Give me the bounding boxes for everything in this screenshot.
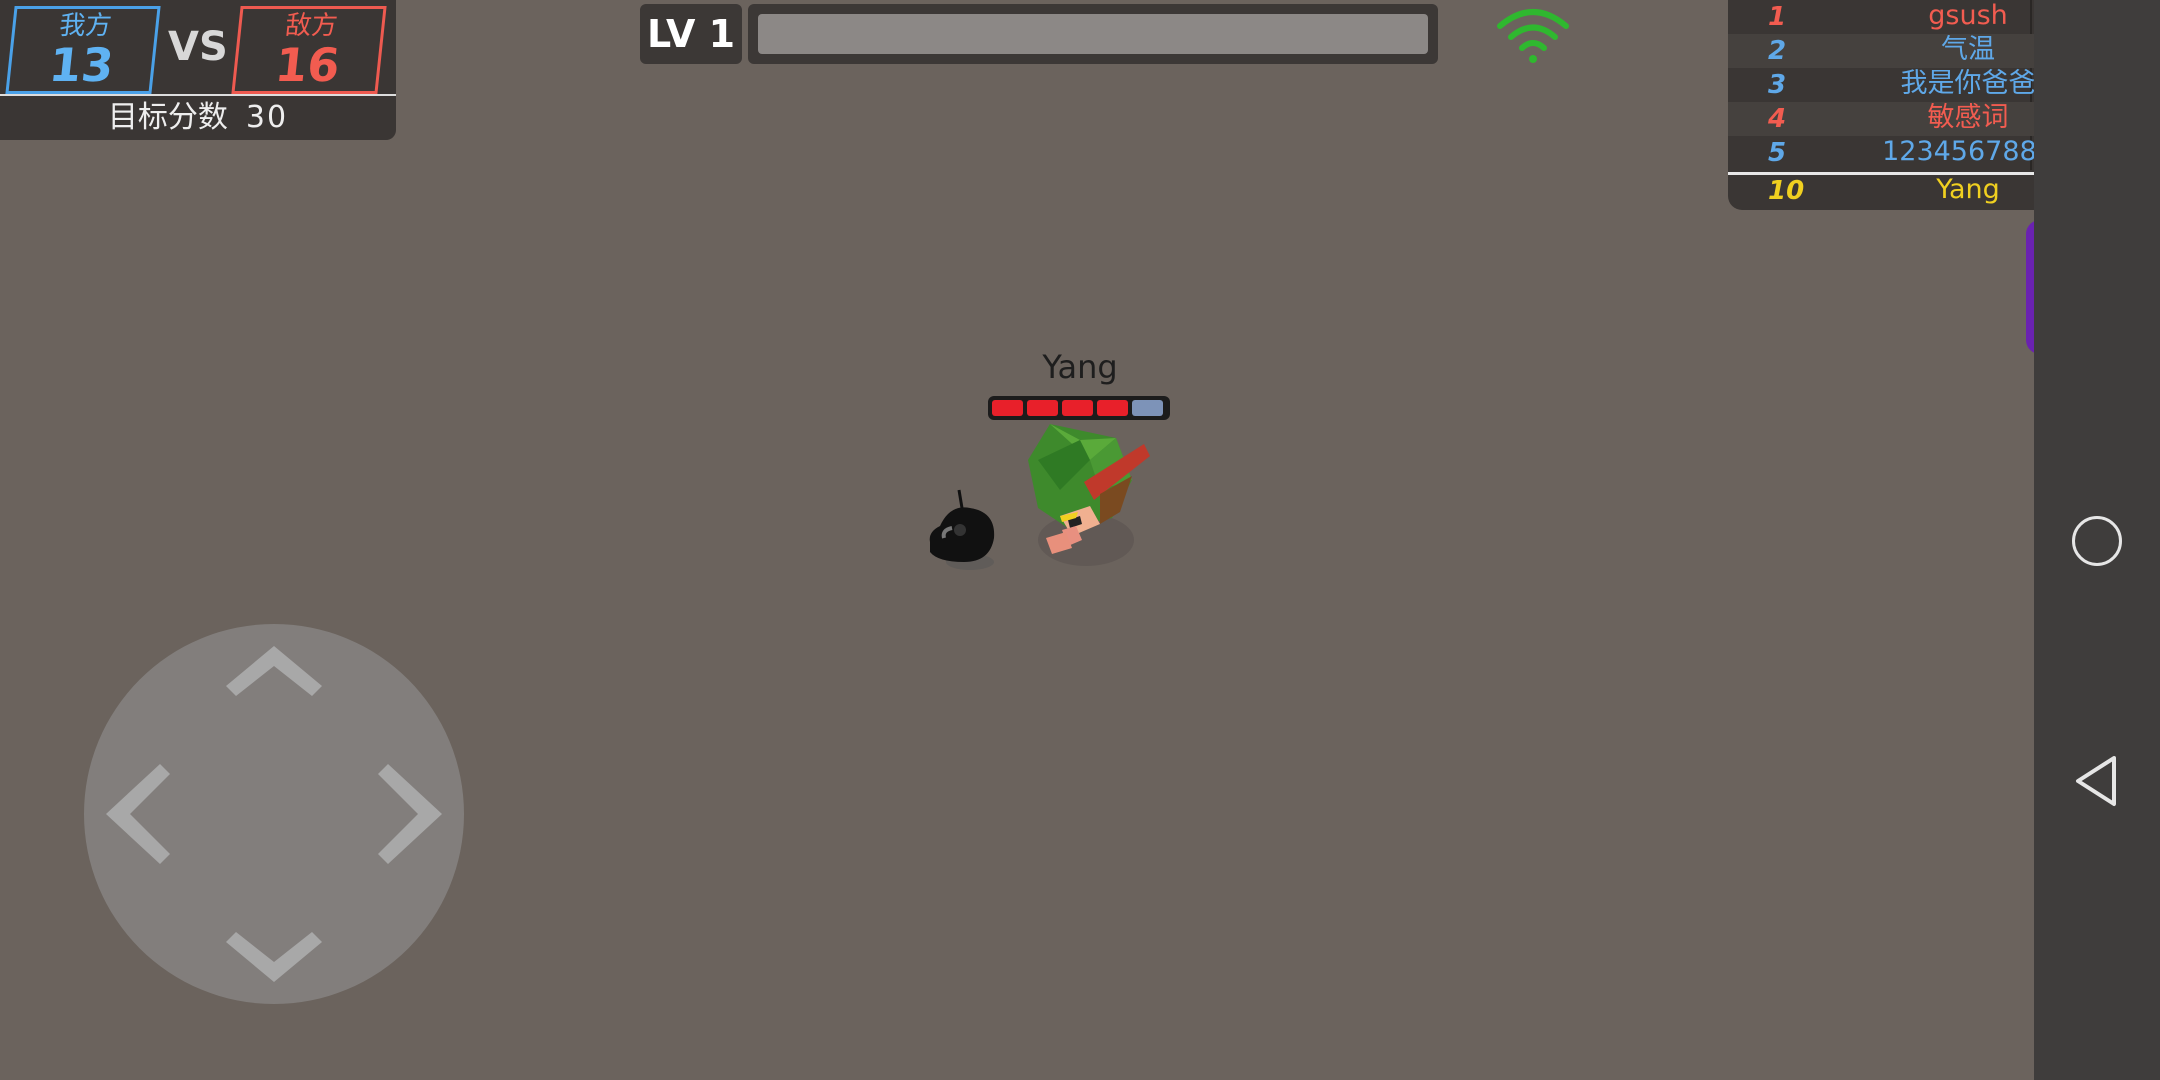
joystick-down-arrow bbox=[226, 932, 322, 982]
vs-label: VS bbox=[168, 24, 228, 70]
target-score-label: 目标分数 bbox=[107, 100, 228, 135]
leaderboard-rank: 4 bbox=[1768, 104, 1787, 134]
player-name-tag: Yang bbox=[1042, 348, 1118, 386]
leaderboard-rank: 10 bbox=[1768, 176, 1805, 206]
home-circle-icon[interactable] bbox=[2072, 516, 2122, 566]
leaderboard-rank: 2 bbox=[1768, 36, 1787, 66]
health-segment-filled bbox=[1027, 400, 1058, 416]
leaderboard-rank: 3 bbox=[1768, 70, 1787, 100]
xp-track bbox=[758, 14, 1428, 54]
health-segment-filled bbox=[1097, 400, 1128, 416]
wifi-signal-icon bbox=[1497, 9, 1569, 63]
back-triangle-icon[interactable] bbox=[2072, 754, 2120, 808]
joystick-right-arrow bbox=[378, 764, 442, 864]
joystick-left-arrow bbox=[106, 764, 170, 864]
level-badge: LV 1 bbox=[640, 4, 742, 64]
enemy-team-score: 敌方 16 bbox=[231, 6, 387, 94]
health-segment-filled bbox=[992, 400, 1023, 416]
leaderboard-rank: 1 bbox=[1768, 2, 1787, 32]
health-segment-filled bbox=[1062, 400, 1093, 416]
our-team-score-value: 13 bbox=[46, 38, 117, 92]
xp-bar bbox=[748, 4, 1438, 64]
virtual-joystick[interactable] bbox=[84, 624, 464, 1004]
enemy-team-score-value: 16 bbox=[272, 38, 343, 92]
target-score: 目标分数 30 bbox=[0, 94, 396, 142]
player-health-bar bbox=[988, 396, 1170, 420]
player-character bbox=[1028, 424, 1150, 566]
score-panel: 我方 13 VS 敌方 16 目标分数 30 bbox=[0, 0, 396, 140]
health-segment-empty bbox=[1132, 400, 1163, 416]
bomb-icon bbox=[929, 489, 995, 570]
our-team-score: 我方 13 bbox=[5, 6, 161, 94]
joystick-arrows bbox=[106, 646, 442, 982]
target-score-value: 30 bbox=[245, 100, 289, 135]
joystick-up-arrow bbox=[226, 646, 322, 696]
leaderboard-rank: 5 bbox=[1768, 138, 1787, 168]
